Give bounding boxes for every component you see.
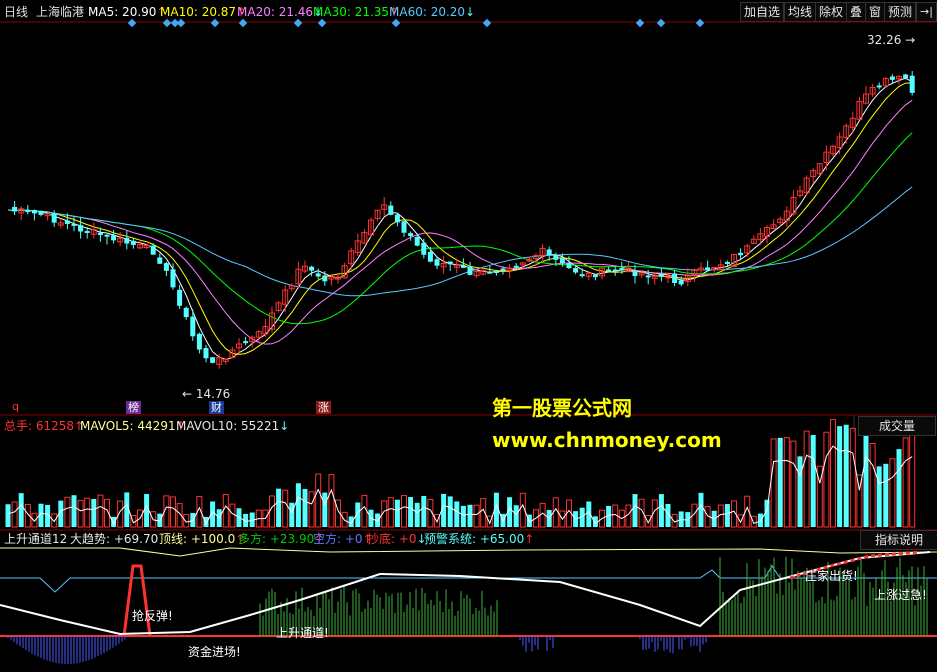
candlesticks [12,70,915,369]
marker-rank[interactable]: 榜 [126,401,141,414]
volume-button[interactable]: 成交量 [858,416,936,436]
marker-limit-up[interactable]: 涨 [316,401,331,414]
indicator-plot [0,547,937,664]
annotation-rising-channel: 上升通道! [276,626,329,640]
trend-value: 大趋势: +69.70 [70,532,159,546]
long-value: 多方: +23.90↑ [238,532,325,546]
high-price-label: 32.26 → [867,33,916,47]
stock-chart-canvas[interactable] [0,0,937,672]
mavol5-value: MAVOL5: 44291↑ [80,419,186,433]
watermark-url: www.chnmoney.com [492,428,722,452]
short-value: 空方: +0↑ [313,532,373,546]
watermark-title: 第一股票公式网 [492,396,632,420]
marker-q[interactable]: q [10,400,21,413]
event-markers [127,18,705,28]
top-line-value: 顶线: +100.0↑ [159,532,246,546]
bottom-fish-value: 抄底: +0↓ [367,532,427,546]
warning-value: 预警系统: +65.00↑ [424,532,535,546]
volume-bars [5,419,916,528]
total-volume: 总手: 61258↑ [4,419,85,433]
moving-average-lines [7,77,913,361]
indicator-help-button[interactable]: 指标说明 [860,530,937,550]
annotation-capital-in: 资金进场! [188,645,241,659]
annotation-overheat: 上涨过急! [874,588,927,602]
indicator-name[interactable]: 上升通道12 [4,531,67,547]
marker-finance[interactable]: 财 [209,401,224,414]
mavol10-value: MAVOL10: 55221↓ [176,419,290,433]
chart-grid [0,21,937,531]
low-price-label: ← 14.76 [182,387,231,401]
annotation-dealer-sell: 庄家出货! [805,569,858,583]
annotation-rebound: 抢反弹! [132,609,173,623]
